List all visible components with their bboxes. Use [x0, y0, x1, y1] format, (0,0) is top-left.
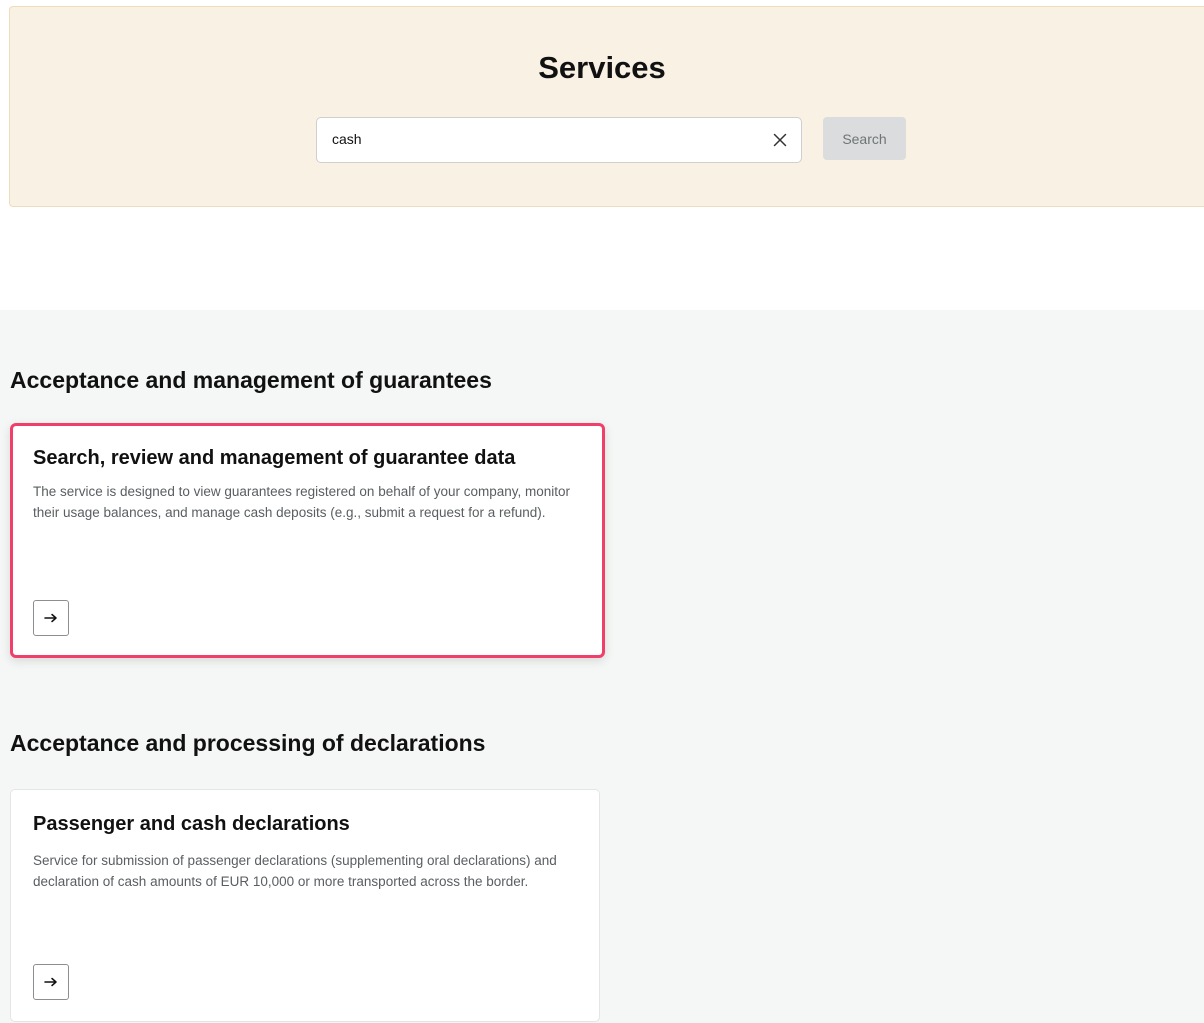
open-service-button[interactable] [33, 964, 69, 1000]
service-card-passenger-cash-declarations[interactable]: Passenger and cash declarations Service … [10, 789, 600, 1022]
card-description: The service is designed to view guarante… [33, 484, 571, 520]
close-icon[interactable] [769, 129, 791, 151]
card-title: Passenger and cash declarations [33, 813, 350, 835]
card-description: Service for submission of passenger decl… [33, 853, 557, 889]
open-service-button[interactable] [33, 600, 69, 636]
services-hero [9, 6, 1204, 207]
service-card-guarantee-data[interactable]: Search, review and management of guarant… [10, 423, 605, 658]
arrow-right-icon [44, 977, 57, 987]
search-input-value[interactable]: cash [332, 131, 362, 147]
page-title: Services [538, 50, 666, 85]
search-button[interactable]: Search [823, 117, 906, 160]
services-list: Acceptance and management of guarantees … [0, 310, 1204, 1023]
arrow-right-icon [44, 613, 57, 623]
section-title-declarations: Acceptance and processing of declaration… [10, 730, 486, 756]
search-input[interactable]: cash [316, 117, 802, 163]
section-title-guarantees: Acceptance and management of guarantees [10, 367, 492, 393]
card-title: Search, review and management of guarant… [33, 447, 516, 469]
